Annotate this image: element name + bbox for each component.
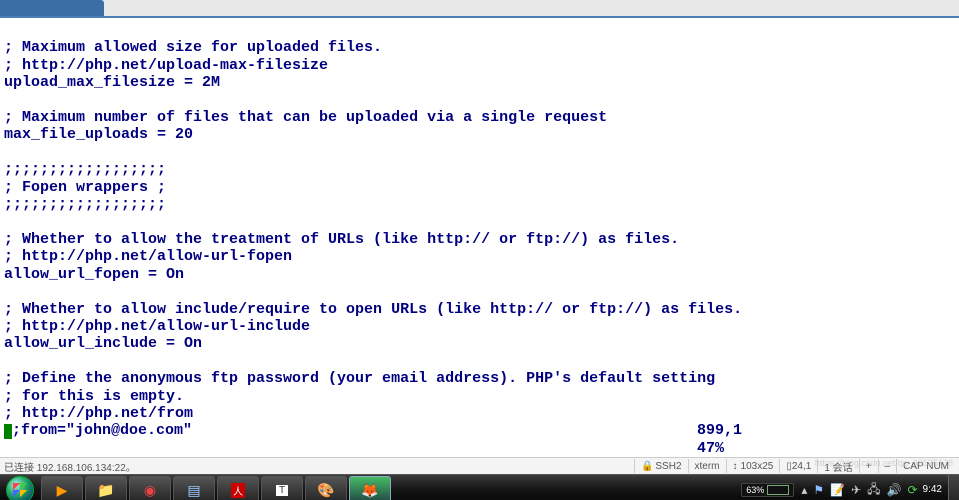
tray-send-icon[interactable]: ✈ bbox=[851, 483, 861, 497]
stack-icon: ▤ bbox=[187, 482, 200, 499]
play-icon: ▶ bbox=[57, 482, 68, 499]
task-pdf[interactable]: 人 bbox=[217, 476, 259, 500]
show-desktop-button[interactable] bbox=[948, 475, 959, 500]
task-mediaplayer[interactable]: ▶ bbox=[41, 476, 83, 500]
code-line: ; http://php.net/upload-max-filesize bbox=[4, 57, 328, 74]
task-notepad[interactable]: T bbox=[261, 476, 303, 500]
taskbar-clock[interactable]: 9:42 bbox=[923, 485, 942, 495]
code-line: ; Maximum number of files that can be up… bbox=[4, 109, 607, 126]
palette-icon: 🎨 bbox=[317, 482, 334, 499]
vim-position: 899,1 bbox=[697, 422, 817, 439]
vim-percent: 47% bbox=[697, 440, 724, 457]
tray-note-icon[interactable]: 📝 bbox=[830, 483, 845, 497]
task-paint[interactable]: 🎨 bbox=[305, 476, 347, 500]
system-tray[interactable]: 63% ▴ ⚑ 📝 ✈ 🖧 🔊 ⟳ 9:42 bbox=[737, 475, 959, 500]
code-line: max_file_uploads = 20 bbox=[4, 126, 193, 143]
task-firefox[interactable]: 🦊 bbox=[349, 476, 391, 500]
watermark-url: https://blog.csdn.net/qq_38525138 bbox=[815, 458, 953, 468]
code-line: ; http://php.net/allow-url-fopen bbox=[4, 248, 292, 265]
task-explorer[interactable]: 📁 bbox=[85, 476, 127, 500]
tray-network-icon[interactable]: 🖧 bbox=[867, 480, 880, 500]
code-line: ; http://php.net/allow-url-include bbox=[4, 318, 310, 335]
code-line: ;from="john@doe.com" bbox=[12, 422, 192, 439]
battery-icon bbox=[767, 485, 789, 495]
text-icon: T bbox=[276, 485, 288, 496]
folder-icon: 📁 bbox=[97, 482, 114, 499]
cursor bbox=[4, 424, 12, 439]
tray-volume-icon[interactable]: 🔊 bbox=[887, 483, 902, 497]
start-button[interactable] bbox=[0, 475, 40, 500]
code-line: allow_url_include = On bbox=[4, 335, 202, 352]
code-line: ; Define the anonymous ftp password (you… bbox=[4, 370, 715, 387]
vim-ruler: 899,1 47% bbox=[679, 405, 939, 457]
battery-percent: 63% bbox=[746, 485, 764, 495]
terminal-editor[interactable]: ; Maximum allowed size for uploaded file… bbox=[0, 18, 959, 457]
code-line: ; Whether to allow the treatment of URLs… bbox=[4, 231, 679, 248]
tray-security-icon[interactable]: ⚑ bbox=[813, 483, 824, 497]
term-size: ↕103x25 bbox=[726, 459, 780, 473]
code-line: ; Maximum allowed size for uploaded file… bbox=[4, 39, 382, 56]
tray-chevron-icon[interactable]: ▴ bbox=[801, 483, 807, 497]
windows-taskbar[interactable]: ▶ 📁 ◉ ▤ 人 T 🎨 🦊 63% ▴ ⚑ 📝 ✈ 🖧 🔊 ⟳ 9:42 bbox=[0, 474, 959, 500]
pdf-icon: 人 bbox=[231, 483, 245, 498]
session-tab[interactable] bbox=[0, 0, 104, 16]
connection-status: 已连接 192.168.106.134:22。 bbox=[4, 459, 136, 474]
code-line: ; Whether to allow include/require to op… bbox=[4, 301, 742, 318]
code-line: ; http://php.net/from bbox=[4, 405, 193, 422]
resize-icon: ↕ bbox=[733, 461, 738, 472]
code-line: ; for this is empty. bbox=[4, 388, 184, 405]
swirl-icon: ◉ bbox=[144, 482, 156, 499]
code-line: allow_url_fopen = On bbox=[4, 266, 184, 283]
task-app-stack[interactable]: ▤ bbox=[173, 476, 215, 500]
code-line: ; Fopen wrappers ; bbox=[4, 179, 166, 196]
lock-icon: 🔒 bbox=[641, 461, 653, 472]
firefox-icon: 🦊 bbox=[361, 482, 378, 499]
term-type: xterm bbox=[688, 459, 726, 473]
task-app-red[interactable]: ◉ bbox=[129, 476, 171, 500]
code-line: ;;;;;;;;;;;;;;;;;; bbox=[4, 161, 166, 178]
battery-indicator[interactable]: 63% bbox=[741, 483, 794, 497]
code-line: ;;;;;;;;;;;;;;;;;; bbox=[4, 196, 166, 213]
tray-sync-icon[interactable]: ⟳ bbox=[907, 483, 917, 497]
ssh-status: 🔒SSH2 bbox=[634, 459, 688, 473]
term-rc: ▯ 24,1 bbox=[779, 459, 817, 473]
code-line: upload_max_filesize = 2M bbox=[4, 74, 220, 91]
